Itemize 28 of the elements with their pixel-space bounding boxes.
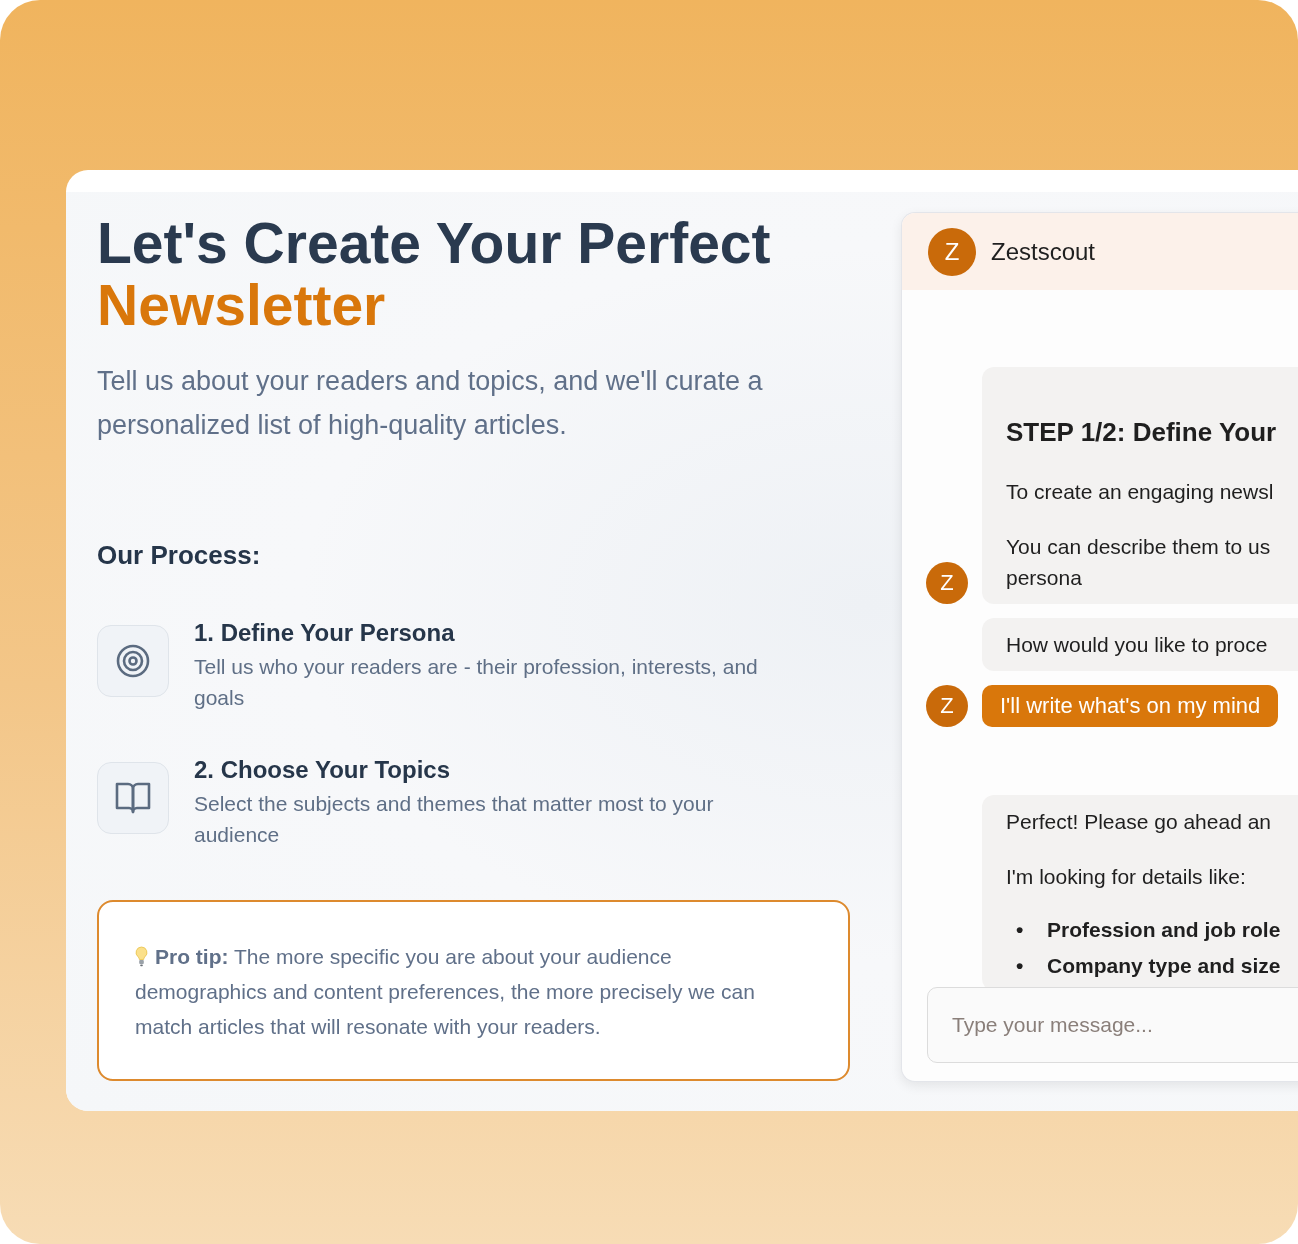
avatar: Z bbox=[926, 562, 968, 604]
tip-text: Pro tip: The more specific you are about your audience demographics and content preferences, the more precisely we can match articles that will resonate with your readers. bbox=[135, 944, 756, 1040]
bullet-marker: • bbox=[1015, 954, 1025, 978]
lightbulb-icon bbox=[135, 946, 148, 967]
step-title: 1. Define Your Persona bbox=[194, 618, 456, 648]
book-icon bbox=[115, 781, 151, 815]
step-description: Tell us who your readers are - their profession, interests, and goals bbox=[194, 654, 759, 711]
message-text: I'm looking for details like: bbox=[1006, 864, 1247, 890]
message-text: How would you like to proce bbox=[1006, 632, 1269, 658]
bot-name: Zestscout bbox=[991, 237, 1096, 266]
message-input[interactable]: Type your message... bbox=[927, 987, 1298, 1063]
subtitle: Tell us about your readers and topics, and we'll curate a personalized list of high-quality articles. bbox=[97, 365, 764, 442]
page-title-highlight: Newsletter bbox=[97, 274, 387, 336]
message-heading: STEP 1/2: Define Your bbox=[1006, 416, 1278, 448]
step-description: Select the subjects and themes that matter most to your audience bbox=[194, 791, 715, 848]
list-item: Company type and size bbox=[1047, 953, 1281, 979]
step-title: 2. Choose Your Topics bbox=[194, 755, 452, 785]
avatar: Z bbox=[928, 227, 976, 276]
target-icon bbox=[115, 643, 151, 679]
message-text: To create an engaging newsl bbox=[1006, 479, 1275, 505]
message-text: You can describe them to us persona bbox=[1006, 534, 1272, 591]
reply-option-button[interactable]: I'll write what's on my mind bbox=[982, 685, 1279, 727]
page-title: Let's Create Your Perfect bbox=[97, 211, 771, 275]
list-item: Profession and job role bbox=[1047, 917, 1281, 943]
bullet-marker: • bbox=[1015, 918, 1025, 942]
message-text: Perfect! Please go ahead an bbox=[1006, 809, 1273, 835]
section-heading: Our Process: bbox=[97, 539, 262, 572]
avatar: Z bbox=[926, 685, 968, 727]
